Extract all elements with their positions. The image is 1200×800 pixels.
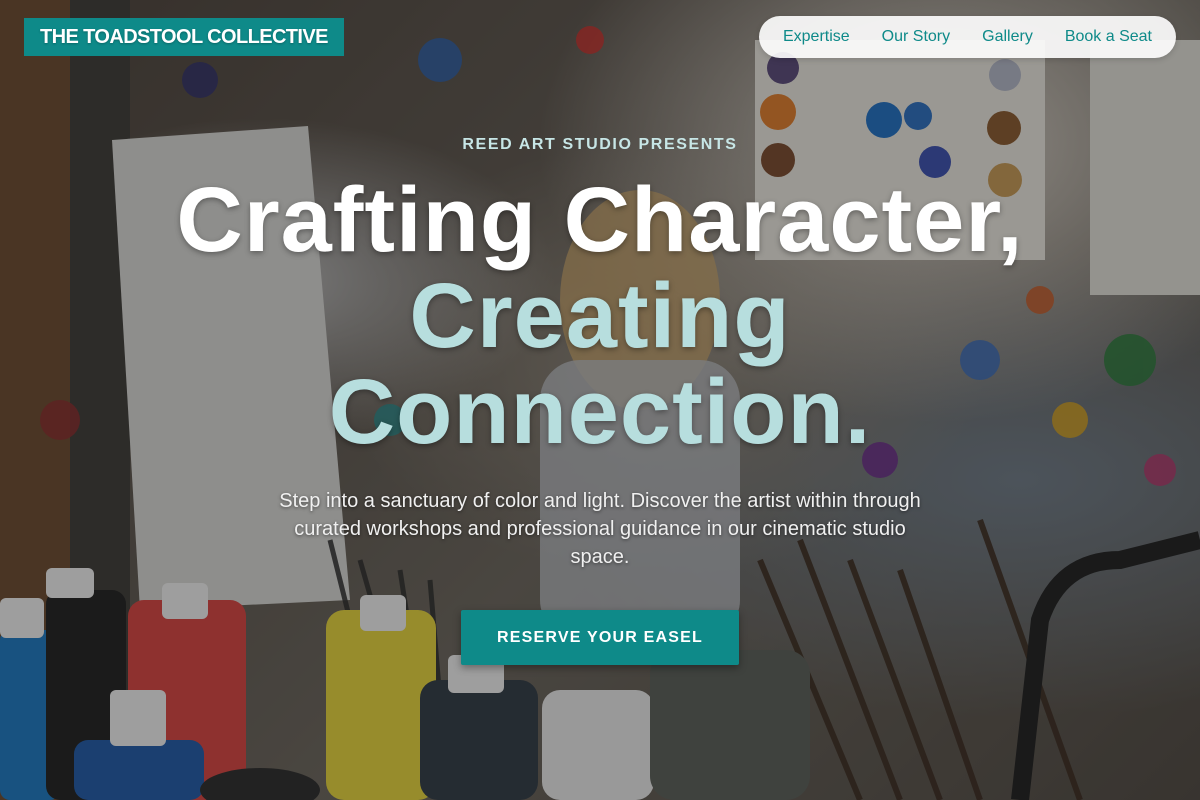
- brand-logo[interactable]: THE TOADSTOOL COLLECTIVE: [24, 18, 344, 56]
- hero-headline: Crafting Character, Creating Connection.: [0, 172, 1200, 460]
- brand-name: THE TOADSTOOL COLLECTIVE: [40, 25, 328, 48]
- nav-link-expertise[interactable]: Expertise: [783, 28, 850, 46]
- reserve-easel-button[interactable]: RESERVE YOUR EASEL: [461, 610, 739, 665]
- main-nav: Expertise Our Story Gallery Book a Seat: [758, 16, 1176, 58]
- headline-line-3: Connection.: [328, 361, 872, 463]
- nav-link-our-story[interactable]: Our Story: [882, 28, 950, 46]
- hero-section: THE TOADSTOOL COLLECTIVE Expertise Our S…: [0, 0, 1200, 800]
- nav-link-gallery[interactable]: Gallery: [982, 28, 1033, 46]
- nav-link-book-a-seat[interactable]: Book a Seat: [1065, 28, 1152, 46]
- hero-description: Step into a sanctuary of color and light…: [279, 490, 921, 568]
- headline-line-2: Creating: [409, 265, 791, 367]
- headline-line-1: Crafting Character,: [176, 169, 1024, 271]
- hero-kicker: REED ART STUDIO PRESENTS: [462, 136, 738, 153]
